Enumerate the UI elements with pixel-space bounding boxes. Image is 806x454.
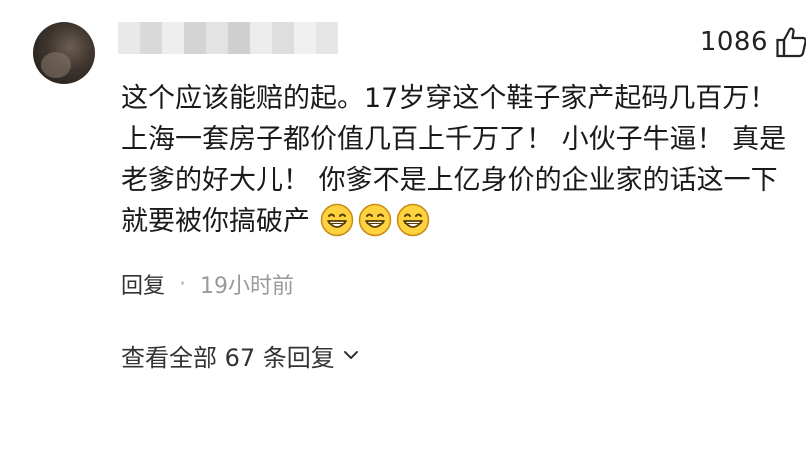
comment-text: 这个应该能赔的起。17岁穿这个鞋子家产起码几百万！ 上海一套房子都价值几百上千万… — [121, 78, 806, 242]
thumbs-up-icon[interactable] — [776, 26, 806, 58]
grin-emoji-icon — [320, 203, 354, 236]
view-replies-label: 查看全部 67 条回复 — [121, 343, 335, 372]
comment-line-last: 就要被你搞破产 — [121, 201, 806, 242]
avatar-photo — [41, 52, 71, 78]
reply-button[interactable]: 回复 — [121, 268, 165, 300]
avatar[interactable] — [33, 22, 95, 84]
comment-line-text: 就要被你搞破产 — [121, 206, 310, 237]
emoji-group — [320, 203, 430, 237]
chevron-down-icon — [343, 351, 358, 359]
username-blurred[interactable] — [118, 22, 338, 54]
comment-card: 1086 这个应该能赔的起。17岁穿这个鞋子家产起码几百万！ 上海一套房子都价值… — [0, 0, 806, 454]
view-all-replies-button[interactable]: 查看全部 67 条回复 — [121, 338, 359, 372]
grin-emoji-icon — [358, 203, 392, 236]
like-count: 1086 — [699, 27, 768, 57]
comment-meta: 回复 · 19小时前 — [121, 268, 294, 300]
like-control[interactable]: 1086 — [700, 24, 806, 60]
comment-line: 老爹的好大儿！ 你爹不是上亿身价的企业家的话这一下 — [121, 165, 778, 196]
grin-emoji-icon — [396, 203, 430, 236]
comment-line: 这个应该能赔的起。17岁穿这个鞋子家产起码几百万！ — [121, 83, 777, 114]
comment-line: 上海一套房子都价值几百上千万了！ 小伙子牛逼！ 真是 — [121, 124, 787, 155]
meta-separator: · — [179, 271, 187, 297]
comment-time: 19小时前 — [200, 274, 295, 299]
